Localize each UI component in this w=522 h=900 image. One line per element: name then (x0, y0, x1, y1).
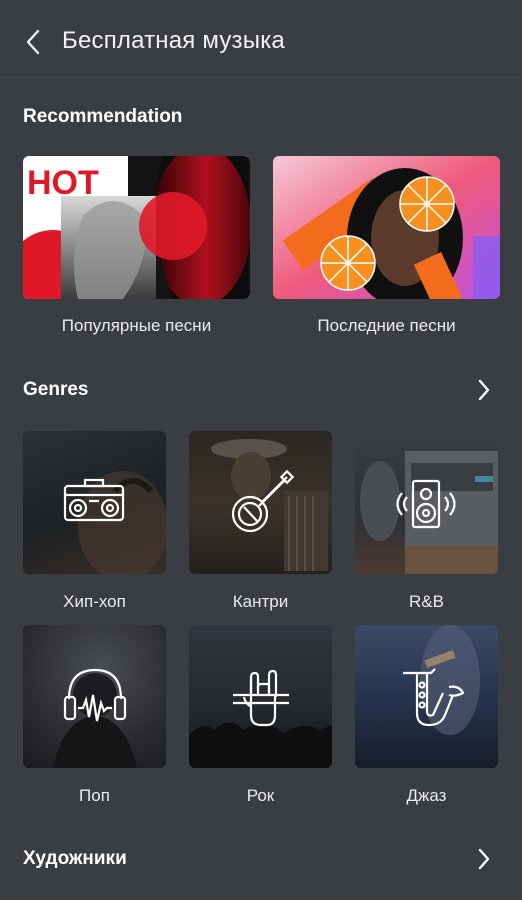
genre-tile-jazz[interactable] (355, 625, 498, 768)
popular-songs-label: Популярные песни (61, 316, 212, 335)
latest-songs-label: Последние песни (317, 316, 456, 335)
boombox-icon (63, 471, 166, 574)
genre-label-hip-hop: Хип-хоп (63, 592, 126, 611)
banjo-icon (211, 439, 328, 571)
artists-section-title: Художники (23, 848, 127, 869)
genre-tile-rock[interactable] (189, 625, 332, 768)
hot-art-text: HOT (27, 164, 99, 202)
genres-more-button[interactable] (470, 376, 498, 404)
chevron-right-icon (478, 848, 490, 870)
headphones-icon (53, 668, 137, 768)
genres-section-title: Genres (23, 379, 89, 400)
chevron-left-icon (26, 29, 40, 55)
genre-label-rock: Рок (246, 786, 275, 805)
orange-slice-2 (320, 235, 376, 291)
rock-hand-icon (189, 669, 332, 768)
genre-label-rnb: R&B (409, 592, 444, 611)
popular-songs-artwork: HOT (23, 156, 250, 299)
genre-label-jazz: Джаз (406, 786, 447, 805)
latest-songs-card[interactable] (273, 156, 500, 299)
chevron-right-icon (478, 379, 490, 401)
top-app-bar: Бесплатная музыка (0, 0, 522, 78)
recommendation-section-title: Recommendation (23, 106, 183, 127)
genre-tile-hip-hop[interactable] (23, 431, 166, 574)
page-title: Бесплатная музыка (62, 27, 285, 54)
orange-slice-1 (399, 176, 455, 232)
genre-tile-country[interactable] (189, 431, 332, 574)
genre-tile-rnb[interactable] (355, 431, 498, 574)
latest-songs-artwork (273, 156, 500, 299)
genre-tile-pop[interactable] (23, 625, 166, 768)
back-button[interactable] (16, 24, 52, 60)
artists-more-button[interactable] (470, 845, 498, 873)
popular-songs-card[interactable]: HOT (23, 156, 250, 299)
genre-label-pop: Поп (79, 786, 110, 805)
genre-label-country: Кантри (232, 592, 289, 611)
saxophone-icon (403, 625, 480, 735)
speaker-icon (360, 451, 498, 574)
